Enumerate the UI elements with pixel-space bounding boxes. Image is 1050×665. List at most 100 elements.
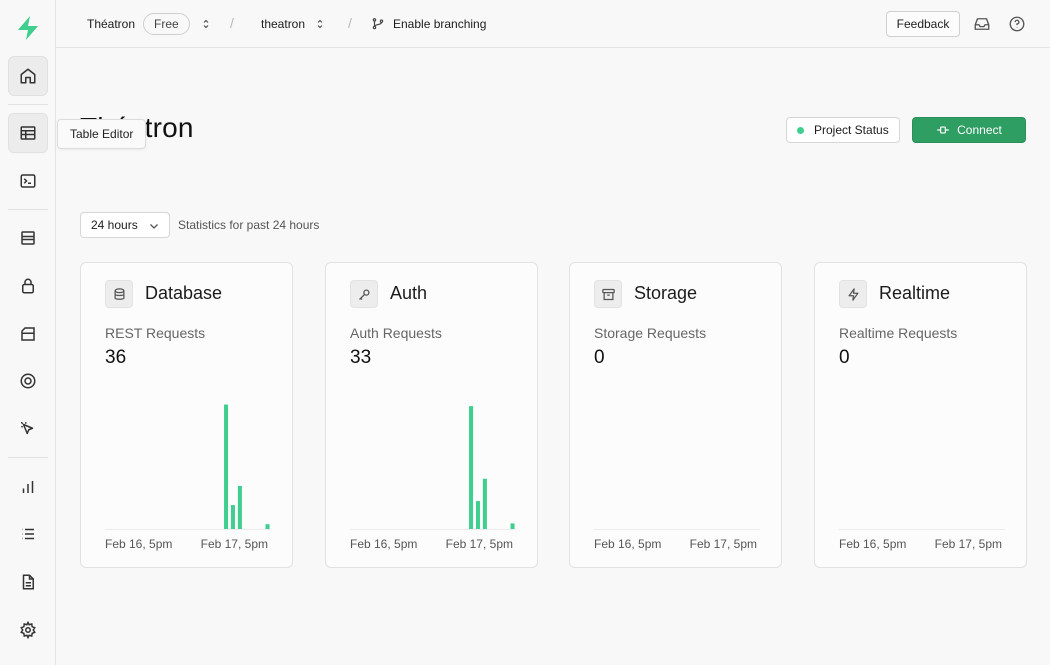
card-icon-box: [105, 280, 133, 308]
x-axis-start-label: Feb 16, 5pm: [105, 537, 173, 551]
statistics-note: Statistics for past 24 hours: [178, 218, 320, 232]
plug-icon: [937, 126, 949, 134]
x-axis-start-label: Feb 16, 5pm: [839, 537, 907, 551]
cursor-icon: [20, 421, 34, 435]
metric-label: REST Requests: [105, 325, 206, 341]
sidebar-item-settings[interactable]: [8, 610, 48, 650]
storage-card[interactable]: Storage Storage Requests 0 Feb 16, 5pm F…: [569, 262, 782, 568]
key-icon: [358, 289, 369, 300]
connect-label: Connect: [957, 123, 1002, 137]
card-icon-box: [839, 280, 867, 308]
status-dot-icon: [797, 126, 804, 134]
sidebar-item-api-docs[interactable]: [8, 562, 48, 602]
sidebar-divider: [8, 457, 48, 458]
card-title: Realtime: [879, 283, 951, 303]
top-bar: Théatron Free / theatron / Enable branch…: [56, 0, 1050, 48]
zap-icon: [848, 287, 858, 301]
chevron-up-down-icon: [317, 19, 323, 29]
chart-bar[interactable]: [510, 523, 515, 529]
sidebar-item-sql-editor[interactable]: [8, 161, 48, 201]
sidebar-divider: [8, 209, 48, 210]
sidebar-item-table-editor[interactable]: [8, 113, 48, 153]
chart-bar[interactable]: [230, 505, 235, 529]
sidebar-item-realtime[interactable]: [8, 361, 48, 401]
project-name: theatron: [261, 17, 306, 31]
database-card[interactable]: Database REST Requests 36 Feb 16, 5pm Fe…: [80, 262, 293, 568]
time-range-value: 24 hours: [91, 218, 138, 232]
project-status-label: Project Status: [814, 123, 889, 137]
chart-bar[interactable]: [482, 478, 487, 529]
lock-icon: [22, 278, 34, 294]
lifebuoy-icon: [20, 373, 36, 389]
chevron-up-down-icon: [203, 19, 209, 29]
project-switcher[interactable]: theatron: [261, 0, 326, 48]
enable-branching-button[interactable]: Enable branching: [371, 0, 486, 48]
org-name: Théatron: [87, 17, 136, 31]
metric-label: Realtime Requests: [839, 325, 958, 341]
card-title: Auth: [390, 283, 428, 303]
breadcrumb-separator: /: [230, 15, 234, 31]
database-icon: [114, 287, 124, 300]
sidebar-item-reports[interactable]: [8, 467, 48, 507]
breadcrumb-separator: /: [348, 15, 352, 31]
realtime-card[interactable]: Realtime Realtime Requests 0 Feb 16, 5pm…: [814, 262, 1027, 568]
project-status-button[interactable]: Project Status: [786, 117, 900, 143]
card-title: Storage: [634, 283, 698, 303]
requests-bar-chart: [839, 529, 1005, 530]
x-axis-end-label: Feb 17, 5pm: [689, 537, 757, 551]
feedback-button[interactable]: Feedback: [886, 11, 960, 37]
sidebar-item-auth[interactable]: [8, 266, 48, 306]
sidebar: [0, 0, 56, 665]
connect-button[interactable]: Connect: [912, 117, 1026, 143]
sidebar-divider: [8, 104, 48, 105]
metric-value: 0: [594, 347, 605, 368]
sidebar-item-home[interactable]: [8, 56, 48, 96]
chart-bar[interactable]: [237, 485, 242, 529]
terminal-icon: [20, 174, 36, 188]
sidebar-item-edge-functions[interactable]: [8, 409, 48, 449]
auth-card[interactable]: Auth Auth Requests 33 Feb 16, 5pm Feb 17…: [325, 262, 538, 568]
x-axis-end-label: Feb 17, 5pm: [445, 537, 513, 551]
plan-badge: Free: [143, 13, 190, 35]
card-icon-box: [350, 280, 378, 308]
inbox-icon[interactable]: [973, 15, 991, 33]
database-icon: [21, 231, 35, 245]
bar-chart-icon: [22, 481, 34, 493]
card-title: Database: [145, 283, 223, 303]
sidebar-tooltip: Table Editor: [57, 119, 147, 149]
metric-label: Auth Requests: [350, 325, 442, 341]
metric-value: 33: [350, 347, 372, 368]
gear-icon: [20, 621, 36, 639]
chart-bar[interactable]: [224, 404, 229, 529]
chart-bar[interactable]: [469, 406, 474, 529]
chevron-down-icon: [150, 224, 158, 229]
requests-bar-chart: [594, 529, 760, 530]
sidebar-item-storage[interactable]: [8, 314, 48, 354]
requests-bar-chart: [350, 406, 516, 530]
x-axis-end-label: Feb 17, 5pm: [200, 537, 268, 551]
x-axis-start-label: Feb 16, 5pm: [594, 537, 662, 551]
metric-value: 0: [839, 347, 850, 368]
document-icon: [22, 574, 34, 590]
list-icon: [22, 528, 34, 540]
archive-icon: [21, 327, 35, 341]
sidebar-item-logs[interactable]: [8, 514, 48, 554]
card-icon-box: [594, 280, 622, 308]
git-branch-icon: [372, 18, 384, 30]
supabase-logo-icon[interactable]: [14, 14, 42, 42]
x-axis-end-label: Feb 17, 5pm: [934, 537, 1002, 551]
archive-icon: [601, 288, 615, 300]
metric-value: 36: [105, 347, 127, 368]
requests-bar-chart: [105, 404, 271, 530]
chart-bar[interactable]: [475, 501, 480, 529]
sidebar-item-database[interactable]: [8, 218, 48, 258]
metric-label: Storage Requests: [594, 325, 707, 341]
branching-label: Enable branching: [393, 17, 487, 31]
org-switcher[interactable]: Théatron Free: [87, 0, 212, 48]
time-range-select[interactable]: 24 hours: [80, 212, 170, 238]
home-icon: [20, 68, 36, 84]
table-icon: [20, 126, 36, 140]
help-icon[interactable]: [1008, 15, 1026, 33]
x-axis-start-label: Feb 16, 5pm: [350, 537, 418, 551]
chart-bar[interactable]: [265, 524, 270, 529]
